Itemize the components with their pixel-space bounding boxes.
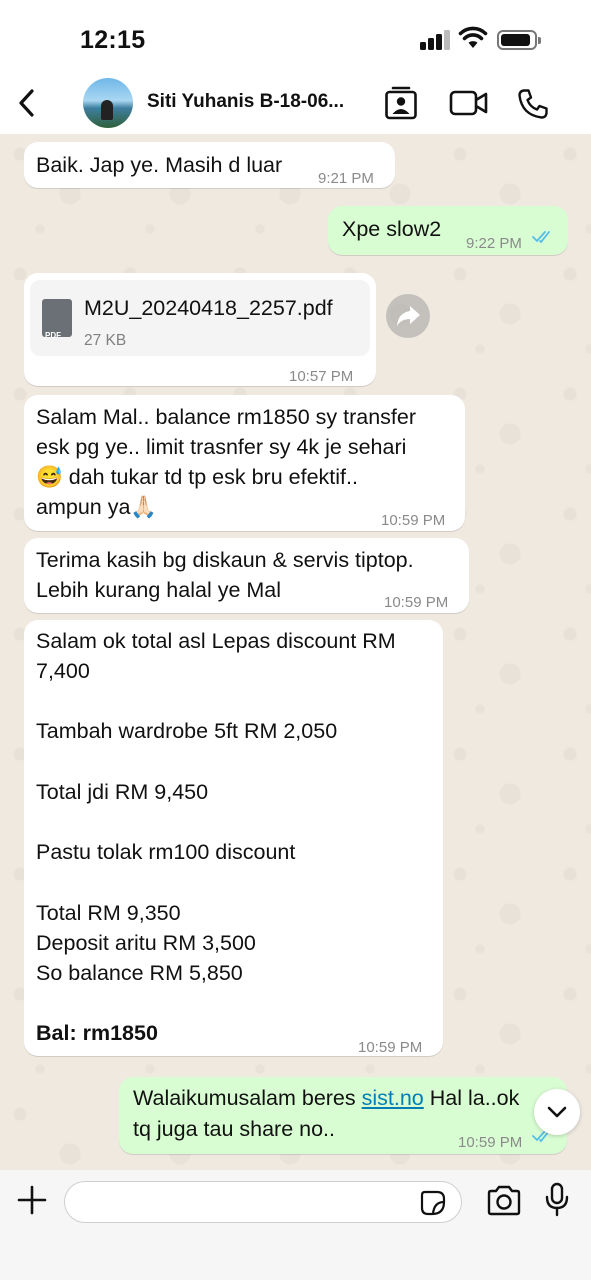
file-size: 27 KB (84, 332, 127, 349)
message-text-line: Tambah wardrobe 5ft RM 2,050 (36, 719, 338, 743)
composer-bar (0, 1170, 591, 1280)
message-text-line: Total RM 9,350 (36, 901, 181, 925)
message-text-line: Bal: rm1850 (36, 1021, 158, 1045)
plus-icon[interactable] (16, 1184, 48, 1216)
message-outgoing[interactable]: Xpe slow2 9:22 PM (328, 206, 568, 255)
forward-button[interactable] (386, 294, 430, 338)
message-incoming[interactable]: Salam ok total asl Lepas discount RM 7,4… (24, 620, 443, 1056)
pdf-icon: PDF (42, 299, 72, 340)
battery-icon (497, 30, 541, 50)
scroll-to-bottom-button[interactable] (534, 1089, 580, 1135)
message-outgoing[interactable]: Walaikumusalam beres sist.no Hal la..ok … (119, 1077, 567, 1154)
video-call-icon[interactable] (449, 90, 489, 116)
avatar[interactable] (83, 78, 133, 128)
message-time: 10:59 PM (358, 1039, 423, 1056)
file-name: M2U_20240418_2257.pdf (84, 296, 333, 320)
mic-icon[interactable] (544, 1182, 570, 1218)
message-time: 10:59 PM (458, 1134, 523, 1151)
message-text-line: esk pg ye.. limit trasnfer sy 4k je seha… (36, 435, 407, 459)
message-text-line: Deposit aritu RM 3,500 (36, 931, 256, 955)
message-text-line: Walaikumusalam beres sist.no Hal la..ok (133, 1086, 520, 1110)
message-incoming-file[interactable]: PDF M2U_20240418_2257.pdf 27 KB 10:57 PM (24, 273, 376, 386)
signal-icon (420, 30, 452, 50)
message-text-line: 7,400 (36, 659, 90, 683)
message-text-line: Lebih kurang halal ye Mal (36, 578, 282, 602)
message-text-line: 😅 dah tukar td tp esk bru efektif.. (36, 465, 358, 489)
chevron-down-icon (547, 1106, 567, 1118)
message-text-line: Total jdi RM 9,450 (36, 780, 209, 804)
message-text-line: ampun ya🙏🏻 (36, 495, 158, 519)
message-time: 10:59 PM (381, 512, 446, 529)
message-text-line: Terima kasih bg diskaun & servis tiptop. (36, 548, 414, 572)
message-time: 10:57 PM (289, 368, 354, 385)
message-text-line: Pastu tolak rm100 discount (36, 840, 296, 864)
message-incoming[interactable]: Salam Mal.. balance rm1850 sy transfer e… (24, 395, 465, 531)
back-icon[interactable] (14, 86, 40, 120)
sticker-icon[interactable] (420, 1190, 446, 1216)
message-text-line: Salam ok total asl Lepas discount RM (36, 629, 396, 653)
message-time: 9:21 PM (318, 170, 374, 187)
message-text-line: Salam Mal.. balance rm1850 sy transfer (36, 405, 416, 429)
message-text-line: tq juga tau share no.. (133, 1117, 336, 1141)
message-input[interactable] (64, 1181, 462, 1223)
message-text-line: So balance RM 5,850 (36, 961, 243, 985)
message-incoming[interactable]: Baik. Jap ye. Masih d luar 9:21 PM (24, 142, 395, 188)
contact-name[interactable]: Siti Yuhanis B-18-06... (147, 91, 344, 113)
wifi-icon (458, 26, 488, 48)
message-text: Xpe slow2 (342, 217, 442, 241)
message-time: 10:59 PM (384, 594, 449, 611)
read-ticks-icon (532, 231, 550, 244)
message-text: Baik. Jap ye. Masih d luar (36, 153, 283, 177)
contact-card-icon[interactable] (384, 86, 418, 120)
message-time: 9:22 PM (466, 235, 522, 252)
status-bar: 12:15 (0, 0, 591, 72)
message-link[interactable]: sist.no (362, 1086, 424, 1110)
battery-level (501, 34, 530, 46)
message-incoming[interactable]: Terima kasih bg diskaun & servis tiptop.… (24, 538, 469, 613)
camera-icon[interactable] (486, 1185, 522, 1217)
voice-call-icon[interactable] (517, 88, 549, 120)
file-attachment[interactable]: PDF M2U_20240418_2257.pdf 27 KB (30, 280, 370, 356)
chat-header: Siti Yuhanis B-18-06... (0, 72, 591, 134)
forward-icon (397, 306, 420, 326)
status-time: 12:15 (80, 26, 146, 54)
